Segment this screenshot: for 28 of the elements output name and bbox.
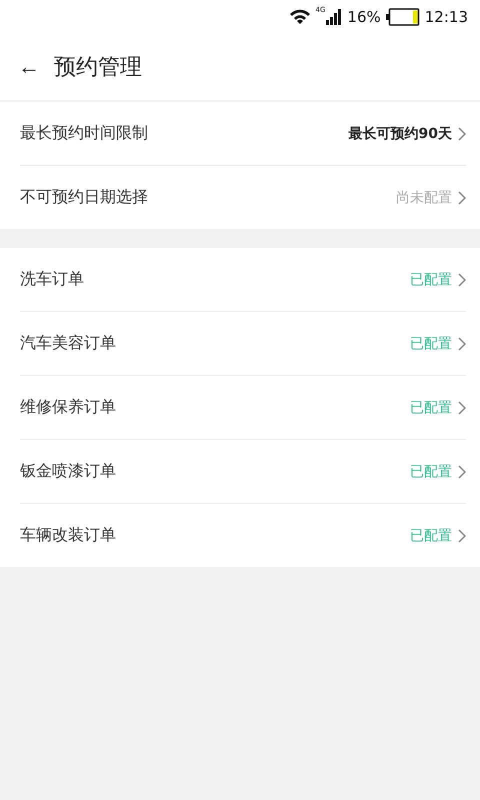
battery-percent: 16%: [347, 8, 381, 26]
clock-time: 12:13: [424, 8, 468, 26]
setting-value: 已配置: [410, 526, 452, 544]
setting-value: 已配置: [410, 334, 452, 352]
battery-icon: [386, 8, 420, 26]
chevron-icon: [458, 400, 466, 414]
setting-value: 最长可预约90天: [348, 124, 452, 142]
back-button[interactable]: ←: [0, 54, 54, 80]
setting-label[interactable]: 最长预约时间限制: [20, 123, 148, 144]
page-title: 预约管理: [54, 54, 142, 82]
setting-label[interactable]: 不可预约日期选择: [20, 187, 148, 208]
setting-label[interactable]: 钣金喷漆订单: [20, 461, 116, 482]
setting-value: 已配置: [410, 270, 452, 288]
setting-value: 已配置: [410, 398, 452, 416]
setting-label[interactable]: 维修保养订单: [20, 397, 116, 418]
setting-label[interactable]: 车辆改装订单: [20, 525, 116, 546]
chevron-icon: [458, 272, 466, 286]
setting-value: 已配置: [410, 462, 452, 480]
wifi-icon: [288, 9, 311, 25]
chevron-icon: [458, 464, 466, 478]
chevron-icon: [458, 528, 466, 542]
chevron-icon: [458, 126, 466, 140]
chevron-icon: [458, 336, 466, 350]
setting-label[interactable]: 洗车订单: [20, 269, 84, 290]
chevron-icon: [458, 190, 466, 204]
setting-value: 尚未配置: [396, 188, 452, 206]
signal-icon: [326, 9, 342, 25]
setting-label[interactable]: 汽车美容订单: [20, 333, 116, 354]
